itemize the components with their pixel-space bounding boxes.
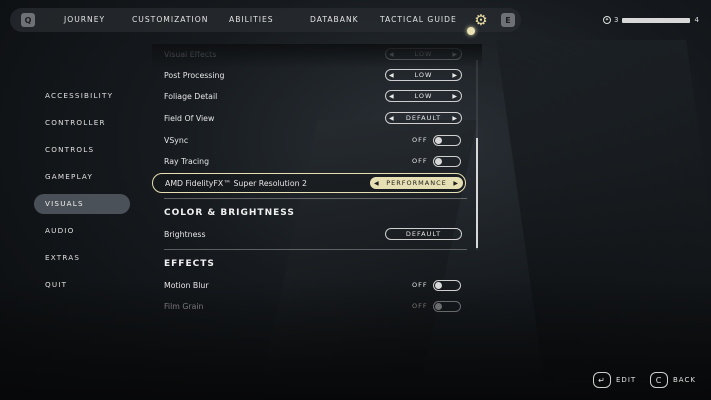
menu-item-extras[interactable]: EXTRAS <box>34 248 130 268</box>
arrow-left-icon[interactable]: ◀ <box>374 180 380 187</box>
xp-status: ✦ 3 4 <box>603 15 699 25</box>
setting-label: Field Of View <box>164 113 215 123</box>
ray-tracing-toggle-group[interactable]: OFF <box>412 155 461 167</box>
selector-value: LOW <box>414 50 433 58</box>
setting-row-motion-blur[interactable]: Motion Blur OFF <box>152 275 467 295</box>
edit-label: EDIT <box>616 376 637 384</box>
tab-abilities[interactable]: ABILITIES <box>229 8 274 32</box>
setting-label: Brightness <box>164 229 206 239</box>
brightness-button[interactable]: DEFAULT <box>385 228 462 240</box>
setting-row-visual-effects[interactable]: Visual Effects ◀ LOW ▶ <box>152 44 467 64</box>
toggle-knob <box>434 136 442 144</box>
arrow-left-icon[interactable]: ◀ <box>389 72 395 79</box>
setting-label: Film Grain <box>164 301 204 311</box>
film-grain-toggle-group[interactable]: OFF <box>412 300 461 312</box>
film-grain-toggle[interactable] <box>432 300 461 312</box>
arrow-right-icon[interactable]: ▶ <box>453 180 459 187</box>
scrollbar-thumb[interactable] <box>476 138 478 248</box>
toggle-state: OFF <box>412 136 428 144</box>
motion-blur-toggle-group[interactable]: OFF <box>412 279 461 291</box>
setting-label: Foliage Detail <box>164 91 218 101</box>
section-color-brightness: COLOR & BRIGHTNESS <box>164 208 295 218</box>
toggle-state: OFF <box>412 281 428 289</box>
arrow-right-icon[interactable]: ▶ <box>452 115 458 122</box>
tab-databank[interactable]: DATABANK <box>310 8 359 32</box>
next-level: 4 <box>694 16 699 24</box>
back-hint[interactable]: C BACK <box>650 372 696 388</box>
section-divider <box>164 249 467 250</box>
prev-tab-key[interactable]: Q <box>21 13 35 27</box>
setting-label: VSync <box>164 135 189 145</box>
toggle-state: OFF <box>412 302 428 310</box>
arrow-left-icon[interactable]: ◀ <box>389 51 395 58</box>
toggle-knob <box>434 281 442 289</box>
foliage-detail-selector[interactable]: ◀ LOW ▶ <box>385 90 462 102</box>
menu-item-visuals[interactable]: VISUALS <box>34 194 130 214</box>
xp-progress-bar <box>622 17 691 23</box>
setting-label: Visual Effects <box>164 49 217 59</box>
section-effects: EFFECTS <box>164 259 215 269</box>
setting-label: Post Processing <box>164 70 225 80</box>
menu-item-controls[interactable]: CONTROLS <box>34 140 130 160</box>
tab-journey[interactable]: JOURNEY <box>64 8 105 32</box>
arrow-left-icon[interactable]: ◀ <box>389 115 395 122</box>
arrow-left-icon[interactable]: ◀ <box>389 93 395 100</box>
menu-item-controller[interactable]: CONTROLLER <box>34 113 130 133</box>
active-tab-indicator <box>467 27 475 35</box>
setting-row-vsync[interactable]: VSync OFF <box>152 130 467 150</box>
arrow-right-icon[interactable]: ▶ <box>452 51 458 58</box>
toggle-state: OFF <box>412 157 428 165</box>
visual-effects-selector[interactable]: ◀ LOW ▶ <box>385 48 462 60</box>
selector-value: LOW <box>414 71 433 79</box>
edit-hint[interactable]: ↵ EDIT <box>593 372 636 388</box>
current-level: 3 <box>614 16 619 24</box>
setting-row-fsr[interactable]: AMD FidelityFX™ Super Resolution 2 ◀ PER… <box>152 173 466 193</box>
vsync-toggle-group[interactable]: OFF <box>412 134 461 146</box>
setting-row-film-grain[interactable]: Film Grain OFF <box>152 296 467 316</box>
enter-key-icon: ↵ <box>593 372 611 388</box>
menu-item-quit[interactable]: QUIT <box>34 275 130 295</box>
menu-item-audio[interactable]: AUDIO <box>34 221 130 241</box>
toggle-knob <box>434 157 442 165</box>
setting-row-brightness[interactable]: Brightness DEFAULT <box>152 224 467 244</box>
back-label: BACK <box>673 376 696 384</box>
settings-panel: Visual Effects ◀ LOW ▶ Post Processing ◀… <box>152 44 482 324</box>
toggle-knob <box>434 302 442 310</box>
gear-icon[interactable]: ⚙ <box>472 11 490 29</box>
fsr-selector[interactable]: ◀ PERFORMANCE ▶ <box>370 177 463 189</box>
ray-tracing-toggle[interactable] <box>432 155 461 167</box>
back-key: C <box>650 372 668 388</box>
setting-label: AMD FidelityFX™ Super Resolution 2 <box>165 178 307 188</box>
setting-label: Ray Tracing <box>164 156 210 166</box>
selector-value: DEFAULT <box>405 114 442 122</box>
setting-row-field-of-view[interactable]: Field Of View ◀ DEFAULT ▶ <box>152 108 467 128</box>
selector-value: LOW <box>414 92 433 100</box>
setting-row-ray-tracing[interactable]: Ray Tracing OFF <box>152 151 467 171</box>
section-divider <box>164 198 467 199</box>
settings-menu: ACCESSIBILITY CONTROLLER CONTROLS GAMEPL… <box>34 86 130 302</box>
selector-value: PERFORMANCE <box>386 179 447 187</box>
vsync-toggle[interactable] <box>432 134 461 146</box>
next-tab-key[interactable]: E <box>501 13 515 27</box>
motion-blur-toggle[interactable] <box>432 279 461 291</box>
arrow-right-icon[interactable]: ▶ <box>452 93 458 100</box>
arrow-right-icon[interactable]: ▶ <box>452 72 458 79</box>
setting-row-post-processing[interactable]: Post Processing ◀ LOW ▶ <box>152 65 467 85</box>
tab-tactical-guide[interactable]: TACTICAL GUIDE <box>380 8 457 32</box>
menu-item-gameplay[interactable]: GAMEPLAY <box>34 167 130 187</box>
post-processing-selector[interactable]: ◀ LOW ▶ <box>385 69 462 81</box>
tab-customization[interactable]: CUSTOMIZATION <box>132 8 208 32</box>
setting-label: Motion Blur <box>164 280 209 290</box>
menu-item-accessibility[interactable]: ACCESSIBILITY <box>34 86 130 106</box>
skill-point-icon: ✦ <box>603 16 611 24</box>
top-nav-bar: Q JOURNEY CUSTOMIZATION ABILITIES DATABA… <box>10 8 521 32</box>
field-of-view-selector[interactable]: ◀ DEFAULT ▶ <box>385 112 462 124</box>
setting-row-foliage-detail[interactable]: Foliage Detail ◀ LOW ▶ <box>152 86 467 106</box>
